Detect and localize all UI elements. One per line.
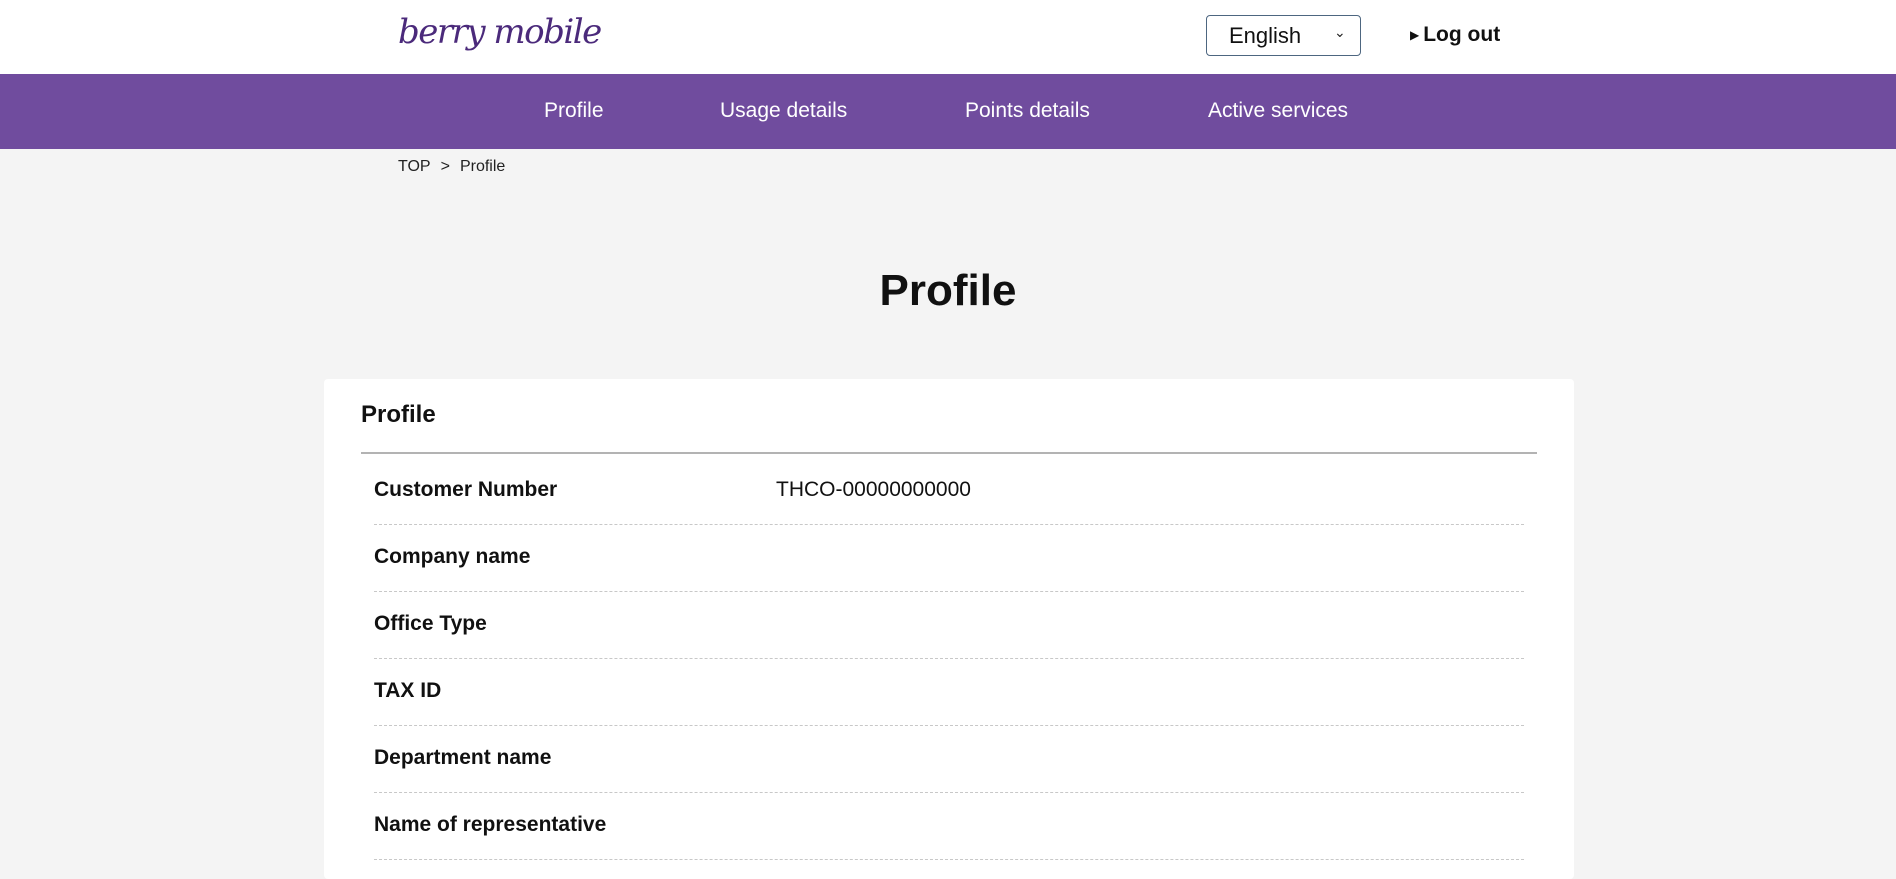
nav-item-usage-details[interactable]: Usage details — [720, 98, 847, 124]
logout-label: Log out — [1423, 23, 1501, 46]
row-label: Name of representative — [374, 813, 607, 836]
nav-item-profile[interactable]: Profile — [544, 98, 604, 124]
profile-row-office-type: Office Type — [374, 592, 1524, 659]
row-label: Customer Number — [374, 478, 558, 501]
row-label: Department name — [374, 746, 552, 769]
berry-mobile-logo[interactable]: berry mobile — [398, 10, 602, 54]
card-divider — [361, 452, 1537, 454]
nav-item-points-details[interactable]: Points details — [965, 98, 1090, 124]
breadcrumb: TOP > Profile — [398, 158, 505, 176]
page-title: Profile — [879, 266, 1017, 315]
main-nav: Profile Usage details Points details Act… — [0, 74, 1896, 149]
breadcrumb-top-link[interactable]: TOP — [398, 158, 431, 176]
profile-row-representative-name: Name of representative — [374, 793, 1524, 860]
breadcrumb-current: Profile — [459, 158, 506, 175]
row-label: TAX ID — [374, 679, 442, 702]
row-label: Office Type — [374, 612, 487, 635]
nav-item-active-services[interactable]: Active services — [1208, 98, 1348, 124]
profile-card: Profile Customer Number THCO-00000000000… — [324, 379, 1574, 879]
row-label: Company name — [374, 545, 531, 568]
profile-card-title: Profile — [361, 401, 436, 428]
triangle-right-icon: ▶ — [1410, 28, 1420, 42]
row-value: THCO-00000000000 — [776, 478, 971, 501]
profile-row-tax-id: TAX ID — [374, 659, 1524, 726]
profile-row-department-name: Department name — [374, 726, 1524, 793]
language-select[interactable]: English — [1206, 15, 1361, 56]
breadcrumb-separator: > — [440, 158, 450, 175]
logout-link[interactable]: ▶ Log out — [1410, 20, 1500, 50]
profile-row-company-name: Company name — [374, 525, 1524, 592]
profile-row-customer-number: Customer Number THCO-00000000000 — [374, 458, 1524, 525]
top-header: berry mobile English ⌄ ▶ Log out — [0, 0, 1896, 74]
